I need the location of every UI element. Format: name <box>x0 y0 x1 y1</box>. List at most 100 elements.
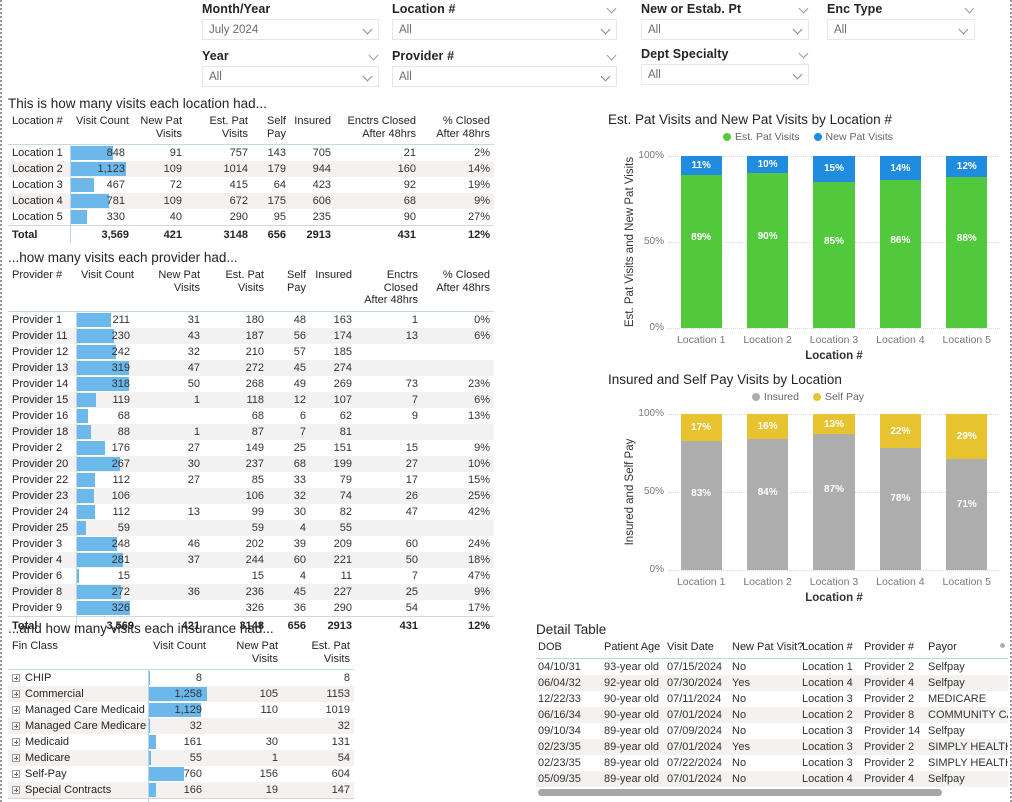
expand-icon[interactable] <box>12 706 20 715</box>
expand-icon[interactable] <box>12 674 20 683</box>
column-header[interactable]: Est. Pat Visits <box>204 267 268 311</box>
column-header[interactable]: Visit Date <box>665 639 730 659</box>
table-row[interactable]: Provider 20 267 30 237 68 199 27 10% <box>8 455 494 472</box>
column-header[interactable]: Patient Age <box>602 639 665 659</box>
table-row[interactable]: Managed Care Medicare 32 32 <box>8 718 354 734</box>
table-row[interactable]: 09/10/34 89-year old 07/09/2024 No Location … <box>536 723 1008 739</box>
x-axis-tick[interactable]: Location 5 <box>934 576 1000 588</box>
expand-icon[interactable] <box>12 786 20 795</box>
bar-segment[interactable]: 87% <box>813 434 855 570</box>
detail-table-horizontal-scrollbar[interactable] <box>538 789 942 796</box>
bar-segment[interactable]: 84% <box>747 438 789 570</box>
table-row[interactable]: 04/10/31 93-year old 07/15/2024 No Location … <box>536 659 1008 676</box>
table-row[interactable]: Special Contracts 166 19 147 <box>8 782 354 799</box>
column-header[interactable]: Enctrs Closed After 48hrs <box>356 267 422 311</box>
chart-bar[interactable]: 83% 17% <box>680 414 722 570</box>
filter-select-dept-specialty[interactable]: All <box>641 64 809 85</box>
bar-segment[interactable]: 13% <box>813 414 855 435</box>
filter-select-year[interactable]: All <box>202 66 379 87</box>
chevron-down-icon[interactable] <box>364 25 373 34</box>
table-row[interactable]: Provider 14 318 50 268 49 269 73 23% <box>8 375 494 392</box>
table-row[interactable]: Location 2 1,123 109 1014 179 944 160 14% <box>8 161 494 177</box>
chart-bar[interactable]: 88% 12% <box>946 156 988 328</box>
table-row[interactable]: Provider 8 272 36 236 45 227 25 9% <box>8 583 494 600</box>
bar-segment[interactable]: 29% <box>946 414 988 460</box>
bar-segment[interactable]: 83% <box>680 440 722 570</box>
filter-select-provider[interactable]: All <box>392 66 617 87</box>
table-row[interactable]: 06/16/34 90-year old 07/01/2024 No Location … <box>536 707 1008 723</box>
bar-segment[interactable]: 10% <box>747 156 789 174</box>
table-row[interactable]: CHIP 8 8 <box>8 669 354 686</box>
table-row[interactable]: 12/22/33 90-year old 07/11/2024 No Location … <box>536 691 1008 707</box>
column-header[interactable]: Est. Pat Visits <box>186 113 252 145</box>
table-row[interactable]: Provider 24 112 13 99 30 82 47 42% <box>8 503 494 520</box>
chart-bar[interactable]: 78% 22% <box>879 414 921 570</box>
chart-bar[interactable]: 87% 13% <box>813 414 855 570</box>
column-header[interactable]: % Closed After 48hrs <box>422 267 494 311</box>
column-header[interactable]: Visit Count <box>70 113 133 145</box>
table-row[interactable]: Provider 1 211 31 180 48 163 1 0% <box>8 311 494 328</box>
detail-table[interactable]: DOB Patient Age Visit Date New Pat Visit? Lo… <box>536 639 1008 787</box>
insurance-visits-table[interactable]: Fin Class Visit Count New Pat Visits Est. P… <box>8 638 354 802</box>
column-header[interactable]: New Pat Visits <box>138 267 204 311</box>
table-row[interactable]: Medicare 55 1 54 <box>8 750 354 766</box>
table-row[interactable]: Provider 3 248 46 202 39 209 60 24% <box>8 535 494 552</box>
filter-select-month-year[interactable]: July 2024 <box>202 19 379 40</box>
column-header[interactable]: New Pat Visits <box>210 638 282 670</box>
table-row[interactable]: Provider 25 59 59 4 55 <box>8 519 494 536</box>
bar-segment[interactable]: 86% <box>879 180 921 328</box>
chevron-down-icon[interactable] <box>602 25 611 34</box>
table-row[interactable]: Location 1 848 91 757 143 705 21 2% <box>8 144 494 161</box>
column-header[interactable]: New Pat Visits <box>133 113 186 145</box>
bar-segment[interactable]: 22% <box>879 414 921 449</box>
bar-segment[interactable]: 15% <box>813 156 855 182</box>
x-axis-tick[interactable]: Location 1 <box>668 334 734 346</box>
column-header[interactable]: Visit Count <box>76 267 138 311</box>
table-row[interactable]: Location 4 781 109 672 175 606 68 9% <box>8 193 494 209</box>
table-row[interactable]: 02/23/35 89-year old 07/01/2024 Yes Location… <box>536 739 1008 755</box>
legend-item[interactable]: New Pat Visits <box>813 131 893 143</box>
bar-segment[interactable]: 85% <box>813 181 855 328</box>
table-row[interactable]: Provider 11 230 43 187 56 174 13 6% <box>8 327 494 344</box>
table-row[interactable]: Managed Care Medicaid 1,129 110 1019 <box>8 702 354 718</box>
chevron-down-icon[interactable] <box>602 72 611 81</box>
x-axis-tick[interactable]: Location 4 <box>867 576 933 588</box>
column-header[interactable]: Self Pay <box>268 267 310 311</box>
location-visits-table[interactable]: Location # Visit Count New Pat Visits Est. P… <box>8 113 494 243</box>
chart-bar[interactable]: 89% 11% <box>680 156 722 328</box>
chevron-down-icon[interactable] <box>794 25 803 34</box>
column-header[interactable]: Self Pay <box>252 113 290 145</box>
column-header[interactable]: Insured <box>310 267 356 311</box>
column-header[interactable]: % Closed After 48hrs <box>420 113 494 145</box>
chart-bar[interactable]: 86% 14% <box>879 156 921 328</box>
x-axis-tick[interactable]: Location 2 <box>734 334 800 346</box>
expand-icon[interactable] <box>12 738 20 747</box>
column-header[interactable]: Insured <box>290 113 335 145</box>
table-row[interactable]: Provider 2 176 27 149 25 151 15 9% <box>8 439 494 456</box>
provider-visits-table[interactable]: Provider # Visit Count New Pat Visits Est. … <box>8 267 494 634</box>
bar-segment[interactable]: 12% <box>946 156 988 177</box>
bar-segment[interactable]: 14% <box>879 156 921 181</box>
bar-segment[interactable]: 78% <box>879 448 921 570</box>
filter-select-enc-type[interactable]: All <box>827 19 975 40</box>
bar-segment[interactable]: 16% <box>747 414 789 439</box>
column-header[interactable]: Payor <box>926 639 1008 659</box>
legend-item[interactable]: Est. Pat Visits <box>722 131 800 143</box>
column-header[interactable]: Fin Class <box>8 638 148 670</box>
column-header[interactable]: Provider # <box>862 639 926 659</box>
x-axis-tick[interactable]: Location 5 <box>934 334 1000 346</box>
table-row[interactable]: 05/09/35 89-year old 07/01/2024 No Location … <box>536 771 1008 787</box>
chevron-down-icon[interactable] <box>370 52 379 61</box>
table-row[interactable]: Provider 12 242 32 210 57 185 <box>8 343 494 360</box>
chart-legend[interactable]: Est. Pat Visits New Pat Visits <box>608 131 1008 143</box>
table-row[interactable]: Provider 16 68 68 6 62 9 13% <box>8 407 494 424</box>
filter-select-location[interactable]: All <box>392 19 617 40</box>
x-axis-tick[interactable]: Location 1 <box>668 576 734 588</box>
chevron-down-icon[interactable] <box>966 5 975 14</box>
table-row[interactable]: 02/23/35 89-year old 07/22/2024 No Location … <box>536 755 1008 771</box>
table-row[interactable]: 06/04/32 92-year old 07/30/2024 Yes Location… <box>536 675 1008 691</box>
table-row[interactable]: Provider 6 15 15 4 11 7 47% <box>8 567 494 584</box>
table-row[interactable]: Provider 9 326 326 36 290 54 17% <box>8 599 494 616</box>
bar-segment[interactable]: 88% <box>946 176 988 328</box>
table-row[interactable]: Provider 4 281 37 244 60 221 50 18% <box>8 551 494 568</box>
